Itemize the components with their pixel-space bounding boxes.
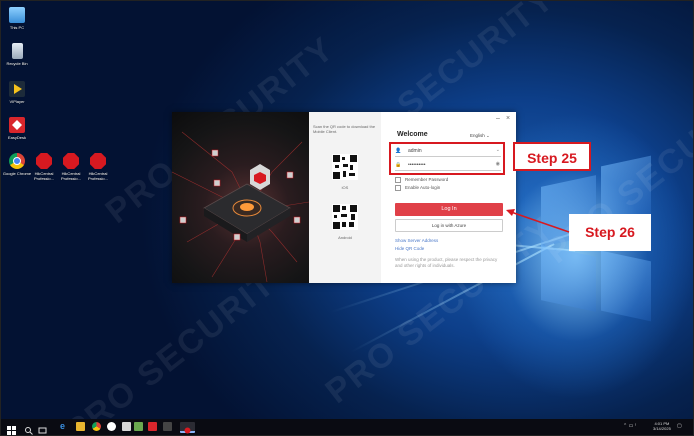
checkbox-box (395, 185, 401, 191)
clock-date: 3/14/2025 (653, 426, 671, 431)
app-icon[interactable] (134, 422, 143, 431)
qr-hint: Scan the QR code to download the Mobile … (313, 124, 376, 134)
desktop-icon-label: This PC (9, 25, 25, 30)
desktop-icon-this-pc[interactable]: This PC (2, 7, 32, 30)
desktop-icon-label: Google Chrome (2, 171, 32, 176)
hikcentral-icon (36, 153, 52, 169)
credentials-highlight-box (389, 142, 505, 175)
hikcentral-taskbar-button[interactable] (180, 422, 195, 434)
close-button[interactable]: × (506, 115, 510, 122)
desktop-icon-hikcentral-3[interactable]: HikCentral Professio... (83, 153, 113, 181)
taskbar: e ⌃ ▭ ⁾ 4:01 PM 3/14/2025 ▢ (1, 419, 693, 435)
login-button[interactable]: Log In (395, 203, 503, 216)
chevron-down-icon: ⌄ (486, 133, 490, 138)
step-26-callout: Step 26 (569, 214, 651, 251)
file-explorer-icon[interactable] (76, 422, 85, 431)
privacy-note: When using the product, please respect t… (395, 257, 498, 268)
android-label: Android (338, 235, 352, 240)
chrome-icon[interactable] (92, 422, 101, 431)
login-artwork (172, 112, 309, 283)
desktop: PRO SECURITY PRO SECURITY PRO SECURITY P… (1, 1, 693, 419)
desktop-icon-chrome[interactable]: Google Chrome (2, 153, 32, 176)
desktop-icon-hikcentral-2[interactable]: HikCentral Professio... (56, 153, 86, 181)
ios-label: iOS (341, 185, 349, 190)
hikcentral-icon (63, 153, 79, 169)
auto-login-label: Enable Auto-login (405, 185, 441, 191)
auto-login-checkbox[interactable]: Enable Auto-login (395, 185, 440, 191)
remember-label: Remember Password (405, 177, 449, 183)
recycle-bin-icon (11, 43, 23, 59)
desktop-icon-recycle-bin[interactable]: Recycle Bin (2, 43, 32, 66)
welcome-title: Welcome (397, 131, 428, 138)
show-server-address-link[interactable]: Show Server Address (395, 238, 438, 243)
hikcentral-icon (90, 153, 106, 169)
desktop-icon-label: HikCentral Professio... (33, 171, 54, 181)
desktop-icon-label: HikCentral Professio... (87, 171, 108, 181)
computer-icon (9, 7, 25, 23)
remember-password-checkbox[interactable]: Remember Password (395, 177, 448, 183)
easydesk-icon[interactable] (148, 422, 157, 431)
language-select[interactable]: English ⌄ (470, 133, 490, 139)
ios-qr-code (332, 154, 358, 180)
language-value: English (470, 133, 485, 138)
login-form: – × Welcome English ⌄ 👤 admin ⌄ 🔒 ••••••… (381, 112, 516, 283)
desktop-icon-easydesk[interactable]: EasyDesk (2, 117, 32, 140)
tray-icons[interactable]: ⌃ ▭ ⁾ (623, 423, 636, 429)
desktop-icon-label: EasyDesk (7, 135, 26, 140)
screenshot-frame: PRO SECURITY PRO SECURITY PRO SECURITY P… (0, 0, 694, 436)
desktop-icon-label: Recycle Bin (6, 61, 28, 66)
hide-qr-code-link[interactable]: Hide QR Code (395, 246, 424, 251)
task-view-icon[interactable] (38, 422, 47, 434)
step-25-callout: Step 25 (513, 142, 591, 171)
azure-login-button[interactable]: Log in with Azure (395, 219, 503, 232)
qr-panel: Scan the QR code to download the Mobile … (309, 112, 381, 283)
app-icon[interactable] (122, 422, 131, 431)
login-window: Scan the QR code to download the Mobile … (172, 112, 516, 283)
search-icon[interactable] (24, 422, 33, 435)
minimize-button[interactable]: – (496, 115, 500, 122)
desktop-icon-label: HikCentral Professio... (60, 171, 81, 181)
circuit-illustration (172, 131, 309, 283)
chrome-icon (9, 153, 25, 169)
wallpaper-pane (601, 250, 651, 322)
desktop-icon-hikcentral-1[interactable]: HikCentral Professio... (29, 153, 59, 181)
clock[interactable]: 4:01 PM 3/14/2025 (653, 421, 671, 431)
checkbox-box (395, 177, 401, 183)
edge-icon[interactable]: e (60, 422, 69, 431)
desktop-icon-label: VIPlayer (9, 99, 25, 104)
app-icon[interactable] (107, 422, 116, 431)
start-button[interactable] (7, 422, 16, 435)
desktop-icon-viplayer[interactable]: VIPlayer (2, 81, 32, 104)
easydesk-icon (9, 117, 25, 133)
play-icon (9, 81, 25, 97)
notifications-icon[interactable]: ▢ (677, 423, 682, 429)
android-qr-code (332, 204, 358, 230)
app-icon[interactable] (163, 422, 172, 431)
